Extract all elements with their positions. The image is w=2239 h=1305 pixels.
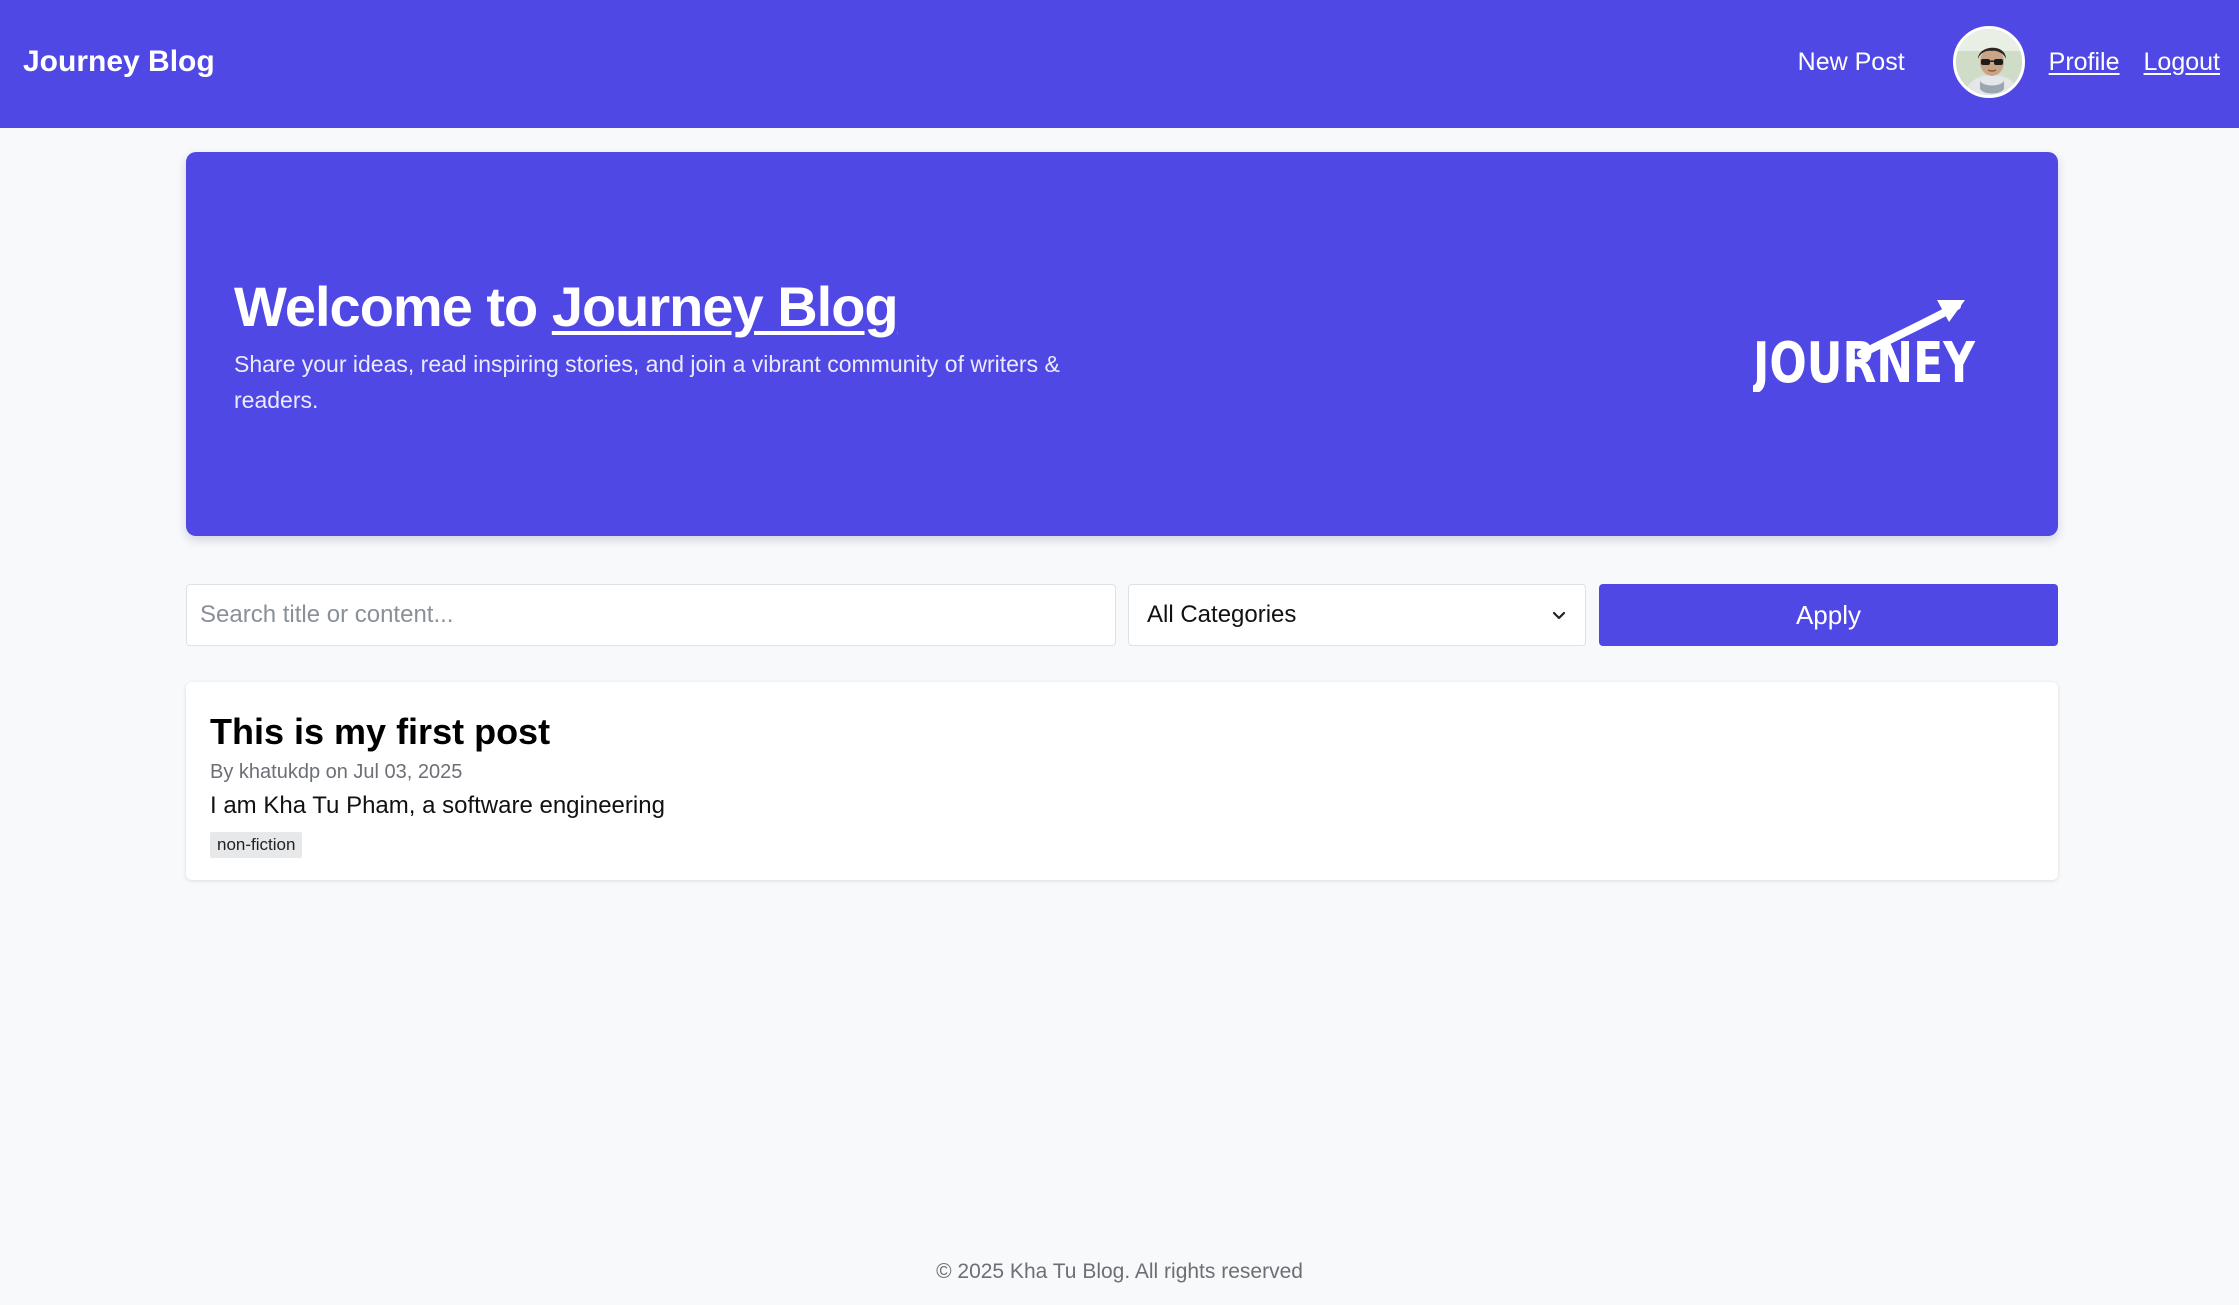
category-select-value: All Categories bbox=[1147, 601, 1297, 628]
brand-link[interactable]: Journey Blog bbox=[23, 42, 215, 82]
journey-logo-text: JOURNEY bbox=[1753, 331, 1976, 392]
nav-actions: New Post Profile Logout bbox=[1798, 26, 2220, 98]
profile-link[interactable]: Profile bbox=[2049, 48, 2120, 77]
hero-title-prefix: Welcome to bbox=[234, 275, 552, 338]
new-post-link[interactable]: New Post bbox=[1798, 48, 1905, 77]
user-avatar-photo-icon bbox=[1955, 29, 2022, 95]
search-input[interactable] bbox=[186, 584, 1116, 646]
post-excerpt: I am Kha Tu Pham, a software engineering bbox=[210, 792, 665, 819]
hero-title: Welcome to Journey Blog bbox=[234, 272, 899, 342]
apply-button[interactable]: Apply bbox=[1599, 584, 2058, 646]
navbar: Journey Blog New Post Profile Logout bbox=[0, 0, 2239, 128]
chevron-down-icon bbox=[1552, 611, 1566, 620]
hero-title-link[interactable]: Journey Blog bbox=[552, 275, 899, 338]
post-card: This is my first post By khatukdp on Jul… bbox=[186, 682, 2058, 880]
category-select[interactable]: All Categories bbox=[1128, 584, 1586, 646]
post-meta: By khatukdp on Jul 03, 2025 bbox=[210, 761, 463, 783]
hero-banner: Welcome to Journey Blog Share your ideas… bbox=[186, 152, 2058, 536]
journey-logo: JOURNEY bbox=[1753, 300, 1976, 392]
footer-copyright: © 2025 Kha Tu Blog. All rights reserved bbox=[936, 1260, 1303, 1283]
post-title[interactable]: This is my first post bbox=[210, 710, 550, 754]
avatar[interactable] bbox=[1952, 26, 2025, 98]
post-tag[interactable]: non-fiction bbox=[210, 832, 303, 858]
hero-subtitle: Share your ideas, read inspiring stories… bbox=[234, 351, 1060, 413]
logout-link[interactable]: Logout bbox=[2144, 48, 2220, 77]
